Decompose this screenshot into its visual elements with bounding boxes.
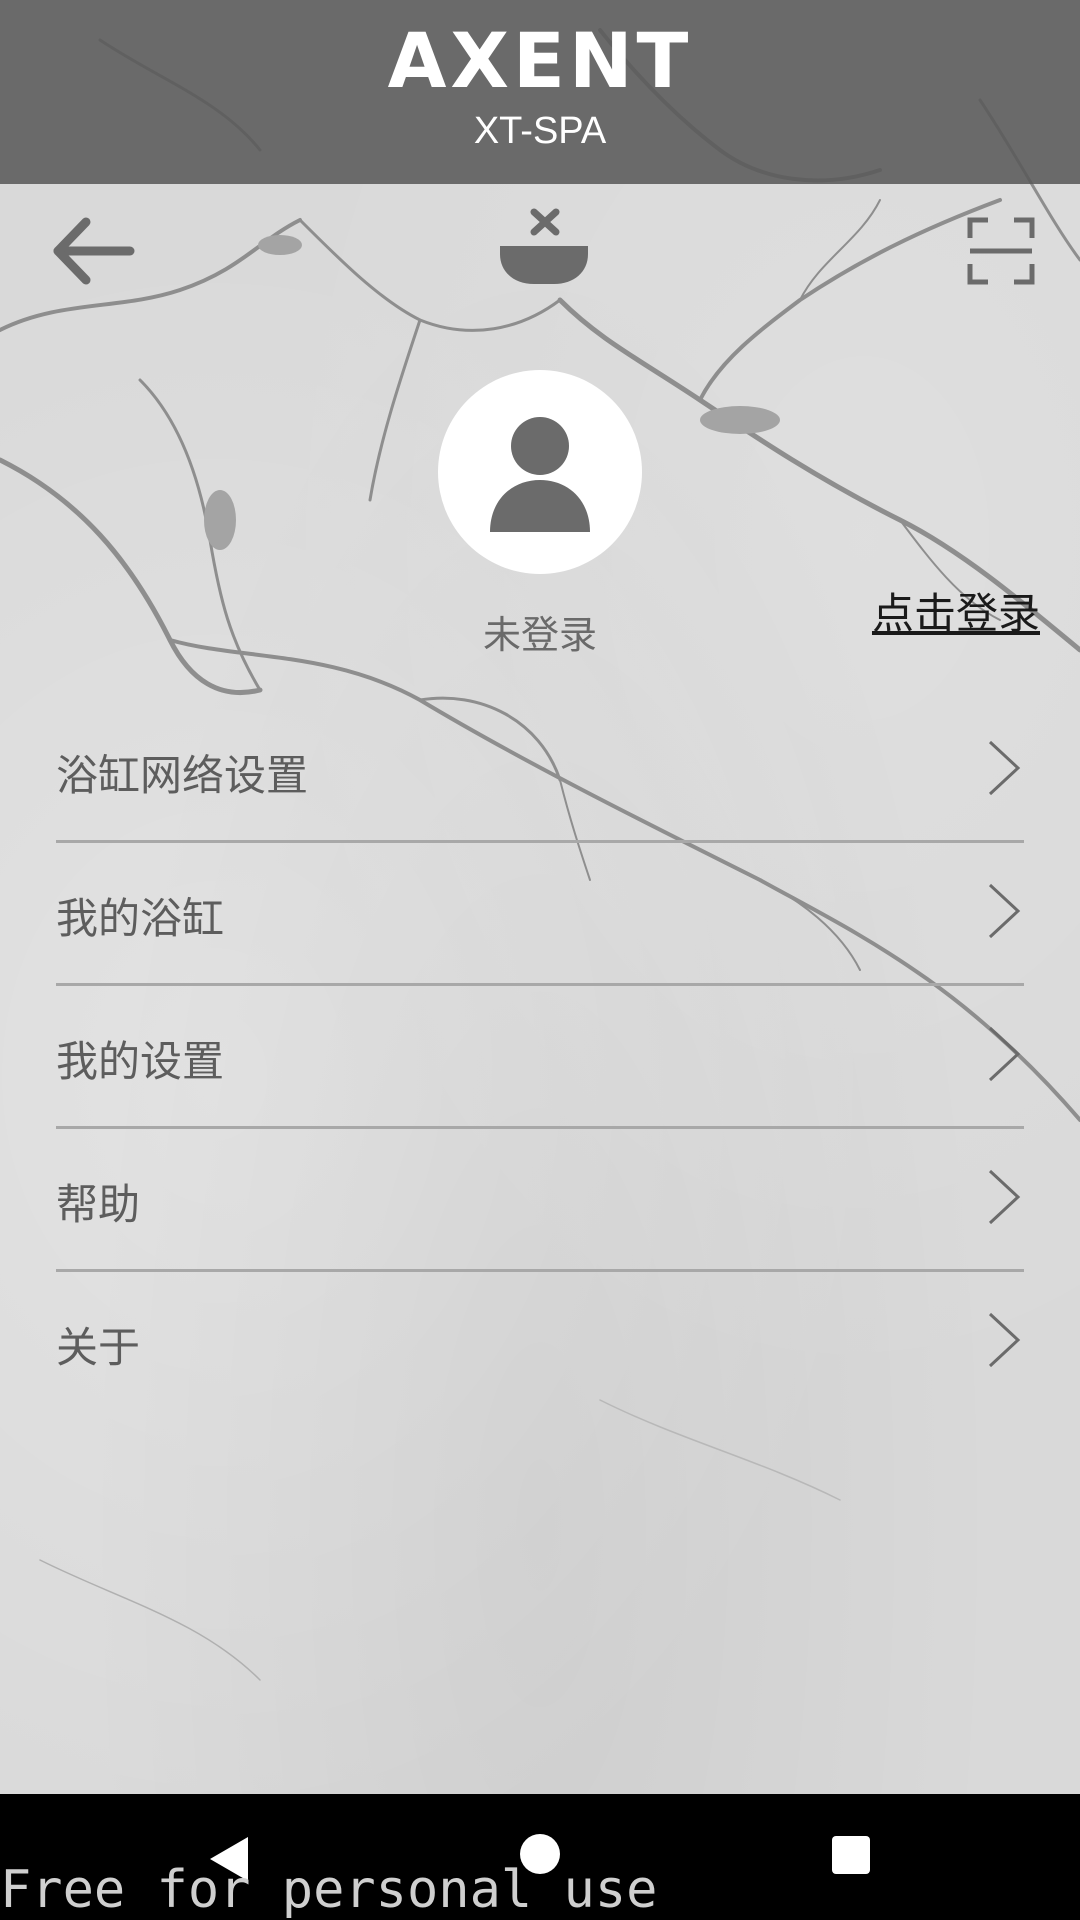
chevron-right-icon [988, 1312, 1021, 1368]
menu-item-label: 我的设置 [56, 1037, 225, 1086]
avatar[interactable] [438, 370, 642, 574]
login-link[interactable]: 点击登录 [872, 580, 1040, 641]
chevron-right-icon [988, 1026, 1021, 1082]
settings-menu: 浴缸网络设置 我的浴缸 我的设置 帮助 关于 [0, 700, 1080, 1412]
watermark-text: Free for personal use [0, 1860, 658, 1920]
login-status-text: 未登录 [482, 613, 597, 657]
arrow-left-icon [53, 217, 135, 285]
chevron-right-icon [988, 883, 1021, 939]
device-status-button[interactable] [494, 206, 594, 288]
back-button[interactable] [50, 216, 136, 286]
app-screen: AXENT XT-SPA 未登录 点击登录 浴缸网络设置 我的浴缸 我的设置 帮… [0, 0, 1080, 1920]
menu-item-label: 关于 [56, 1323, 141, 1372]
product-name: XT-SPA [473, 110, 607, 152]
menu-item-label: 浴缸网络设置 [56, 751, 309, 800]
square-recent-icon[interactable] [832, 1836, 870, 1874]
scan-frame-icon [967, 217, 1035, 285]
menu-item-label: 帮助 [56, 1180, 141, 1229]
menu-item-help[interactable]: 帮助 [56, 1129, 1024, 1272]
user-avatar-icon [490, 417, 590, 532]
app-header: AXENT XT-SPA [0, 0, 1080, 184]
chevron-right-icon [988, 740, 1021, 796]
scan-button[interactable] [966, 216, 1036, 286]
chevron-right-icon [988, 1169, 1021, 1225]
menu-item-label: 我的浴缸 [56, 894, 225, 943]
brand-logo: AXENT [387, 16, 693, 105]
menu-item-my-bathtub[interactable]: 我的浴缸 [56, 843, 1024, 986]
menu-item-about[interactable]: 关于 [56, 1272, 1024, 1412]
menu-item-network-settings[interactable]: 浴缸网络设置 [56, 700, 1024, 843]
menu-item-my-settings[interactable]: 我的设置 [56, 986, 1024, 1129]
bathtub-disconnected-icon [500, 208, 588, 284]
